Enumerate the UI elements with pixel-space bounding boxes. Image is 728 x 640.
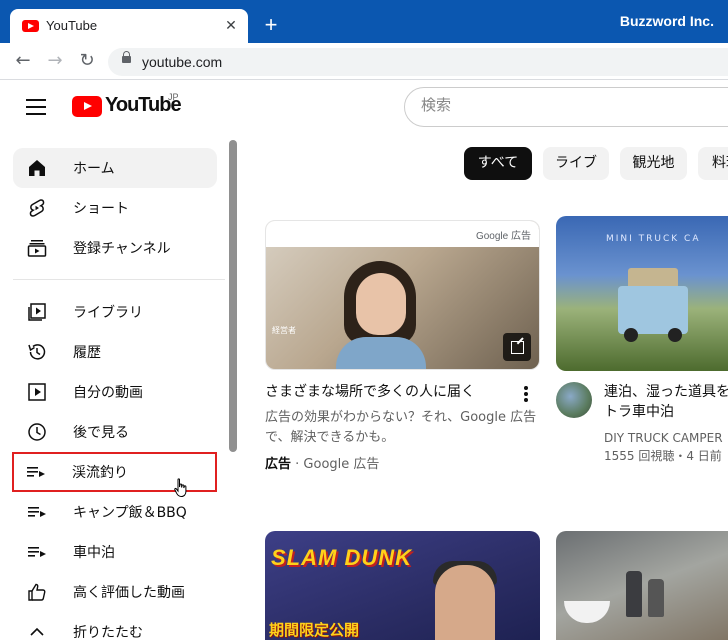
thumb-banner: 期間限定公開	[269, 621, 360, 639]
playlist-icon	[27, 467, 45, 477]
browser-toolbar: ← → ↻ youtube.com	[0, 43, 728, 80]
your-videos-icon	[28, 383, 46, 401]
ad-thumbnail[interactable]: Google 広告 経営者	[265, 220, 540, 370]
external-link-icon[interactable]	[503, 333, 531, 361]
sidebar-item-library[interactable]: ライブラリ	[13, 292, 217, 332]
forward-button[interactable]: →	[44, 50, 66, 72]
search-box[interactable]	[404, 87, 728, 127]
watch-later-icon	[28, 423, 46, 441]
lock-icon	[122, 51, 131, 63]
sidebar-item-shorts[interactable]: ショート	[13, 188, 217, 228]
sidebar-divider	[13, 279, 225, 280]
chip-sightseeing[interactable]: 観光地	[620, 147, 687, 180]
sidebar-item-playlist-shachuhaku[interactable]: 車中泊	[13, 532, 217, 572]
video-thumbnail[interactable]: MINI TRUCK CA	[556, 216, 728, 371]
address-bar[interactable]: youtube.com	[108, 48, 728, 76]
playlist-icon	[28, 507, 46, 517]
ad-source: · Google 広告	[291, 457, 380, 472]
thumbs-up-icon	[28, 583, 46, 601]
new-tab-button[interactable]: +	[260, 14, 282, 36]
subscriptions-icon	[27, 240, 47, 257]
sidebar-item-label: 登録チャンネル	[73, 241, 171, 257]
ad-description: 広告の効果がわからない？それ、Google 広告で、解決できるかも。	[265, 410, 537, 445]
chevron-up-icon	[30, 627, 44, 636]
sidebar-item-label: ホーム	[73, 161, 115, 177]
sidebar-item-label: 高く評価した動画	[73, 585, 185, 601]
sidebar-item-label: 折りたたむ	[73, 625, 143, 640]
hand-cursor-icon	[174, 478, 187, 498]
browser-tab[interactable]: YouTube ✕	[10, 9, 248, 43]
shorts-icon	[29, 199, 45, 217]
sidebar-item-playlist-camp[interactable]: キャンプ飯＆BBQ	[13, 492, 217, 532]
sidebar-item-label: ライブラリ	[73, 305, 143, 321]
channel-avatar[interactable]	[556, 382, 592, 418]
more-options-icon[interactable]	[522, 386, 530, 404]
history-icon	[28, 344, 46, 360]
library-icon	[28, 303, 46, 321]
ad-thumb-caption: 経営者	[272, 326, 296, 335]
tab-title: YouTube	[46, 18, 98, 33]
search-input[interactable]	[421, 97, 721, 114]
sidebar-item-label: キャンプ飯＆BBQ	[73, 505, 187, 521]
ad-person-image	[336, 261, 426, 369]
logo-region: JP	[168, 92, 179, 102]
playlist-icon	[28, 547, 46, 557]
thumb-caption: MINI TRUCK CA	[606, 234, 701, 244]
video-title[interactable]: 連泊、湿った道具を トラ車中泊	[604, 382, 728, 422]
sidebar-item-label: 車中泊	[73, 545, 115, 561]
menu-icon[interactable]	[26, 99, 46, 115]
sidebar-item-subscriptions[interactable]: 登録チャンネル	[13, 228, 217, 268]
ad-label: 広告	[265, 457, 292, 472]
back-button[interactable]: ←	[12, 50, 34, 72]
channel-name[interactable]: DIY TRUCK CAMPER	[604, 429, 723, 447]
chip-all[interactable]: すべて	[464, 147, 532, 180]
ad-header-strip: Google 広告	[266, 221, 539, 247]
youtube-play-icon	[72, 96, 102, 117]
sidebar-item-history[interactable]: 履歴	[13, 332, 217, 372]
youtube-favicon-icon	[22, 20, 39, 32]
video-thumbnail[interactable]: SLAM DUNK 期間限定公開	[265, 531, 540, 640]
ad-meta: 広告 · Google 広告	[265, 456, 379, 474]
sidebar-item-your-videos[interactable]: 自分の動画	[13, 372, 217, 412]
tab-close-button[interactable]: ✕	[220, 15, 242, 37]
sidebar-item-label: ショート	[73, 201, 129, 217]
thumb-logo: SLAM DUNK	[271, 545, 412, 570]
video-thumbnail[interactable]	[556, 531, 728, 640]
url-text[interactable]: youtube.com	[142, 54, 222, 70]
sidebar-item-liked-videos[interactable]: 高く評価した動画	[13, 572, 217, 612]
video-meta: 1555 回視聴・4 日前	[604, 449, 722, 463]
ad-title[interactable]: さまざまな場所で多くの人に届く	[265, 382, 515, 402]
reload-button[interactable]: ↻	[76, 50, 98, 72]
camping-gear-image	[626, 571, 642, 617]
sidebar-item-label: 自分の動画	[73, 385, 143, 401]
chip-cooking[interactable]: 料理	[698, 147, 728, 180]
sidebar-item-label: 渓流釣り	[72, 465, 128, 481]
sidebar-item-collapse[interactable]: 折りたたむ	[13, 612, 217, 640]
home-icon	[29, 160, 45, 176]
browser-profile-name: Buzzword Inc.	[619, 13, 714, 29]
sidebar-item-home[interactable]: ホーム	[13, 148, 217, 188]
sidebar-scrollbar[interactable]	[229, 140, 237, 452]
browser-tab-bar: YouTube ✕ + Buzzword Inc.	[0, 0, 728, 43]
google-ad-badge: Google 広告	[475, 231, 531, 242]
sidebar-item-label: 履歴	[73, 345, 101, 361]
sidebar-item-label: 後で見る	[73, 425, 129, 441]
sidebar-item-watch-later[interactable]: 後で見る	[13, 412, 217, 452]
chip-live[interactable]: ライブ	[543, 147, 609, 180]
